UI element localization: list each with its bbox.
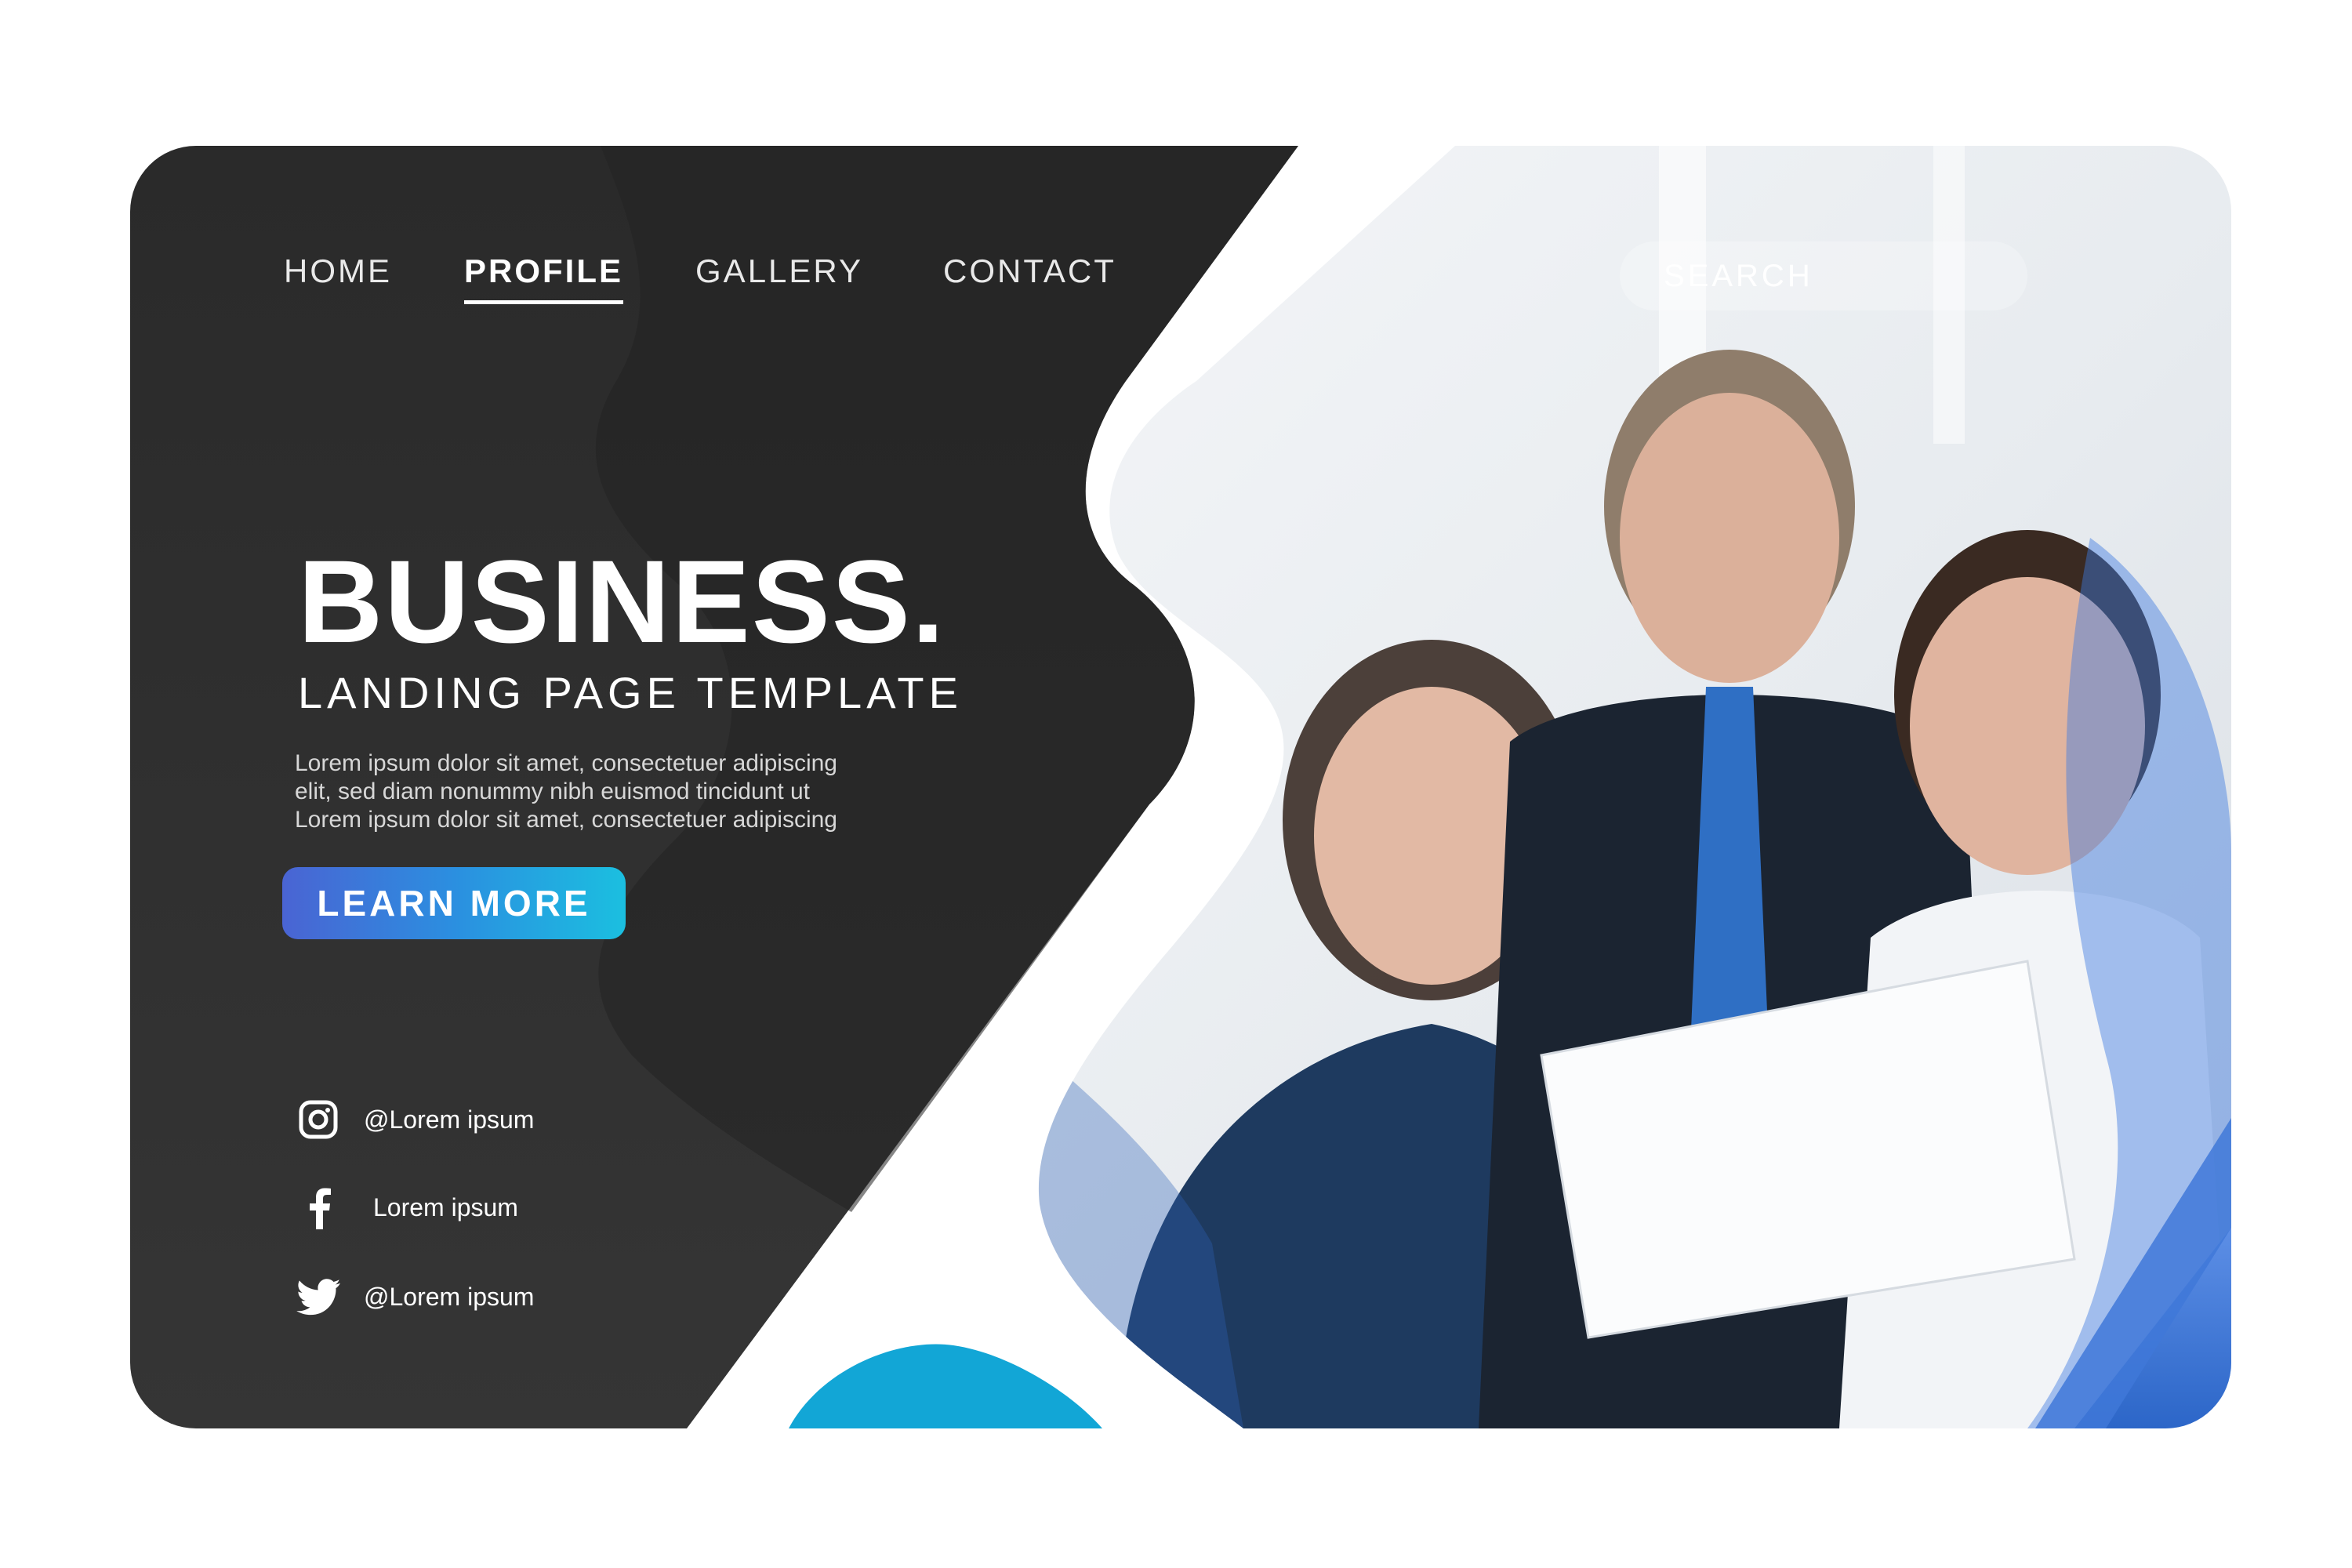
social-facebook[interactable]: Lorem ipsum [296, 1185, 518, 1229]
learn-more-button[interactable]: LEARN MORE [282, 867, 626, 939]
social-twitter-label: @Lorem ipsum [364, 1282, 535, 1311]
instagram-icon [296, 1098, 340, 1142]
nav-contact[interactable]: CONTACT [943, 252, 1116, 304]
hero-body: Lorem ipsum dolor sit amet, consectetuer… [295, 750, 938, 834]
hero-body-line: Lorem ipsum dolor sit amet, consectetuer… [295, 807, 837, 833]
team-photo [1038, 146, 2231, 1428]
nav-gallery[interactable]: GALLERY [695, 252, 863, 304]
search-label: SEARCH [1664, 258, 1813, 293]
hero-body-line: elit, sed diam nonummy nibh euismod tinc… [295, 779, 811, 804]
social-facebook-label: Lorem ipsum [373, 1192, 518, 1221]
social-twitter[interactable]: @Lorem ipsum [296, 1275, 534, 1319]
nav-profile[interactable]: PROFILE [464, 252, 624, 304]
hero-subtitle: LANDING PAGE TEMPLATE [298, 668, 963, 717]
search-input[interactable]: SEARCH [1620, 241, 2027, 310]
landing-card: HOME PROFILE GALLERY CONTACT SEARCH BUSI… [130, 146, 2231, 1428]
twitter-icon [296, 1275, 340, 1319]
cyan-arc [789, 1344, 1102, 1428]
nav-home[interactable]: HOME [284, 252, 392, 304]
social-instagram-label: @Lorem ipsum [364, 1105, 535, 1134]
main-nav: HOME PROFILE GALLERY CONTACT [284, 252, 1116, 304]
hero-body-line: Lorem ipsum dolor sit amet, consectetuer… [295, 750, 837, 776]
hero-title: BUSINESS. [298, 535, 946, 667]
social-instagram[interactable]: @Lorem ipsum [296, 1098, 534, 1142]
facebook-icon [296, 1185, 340, 1229]
